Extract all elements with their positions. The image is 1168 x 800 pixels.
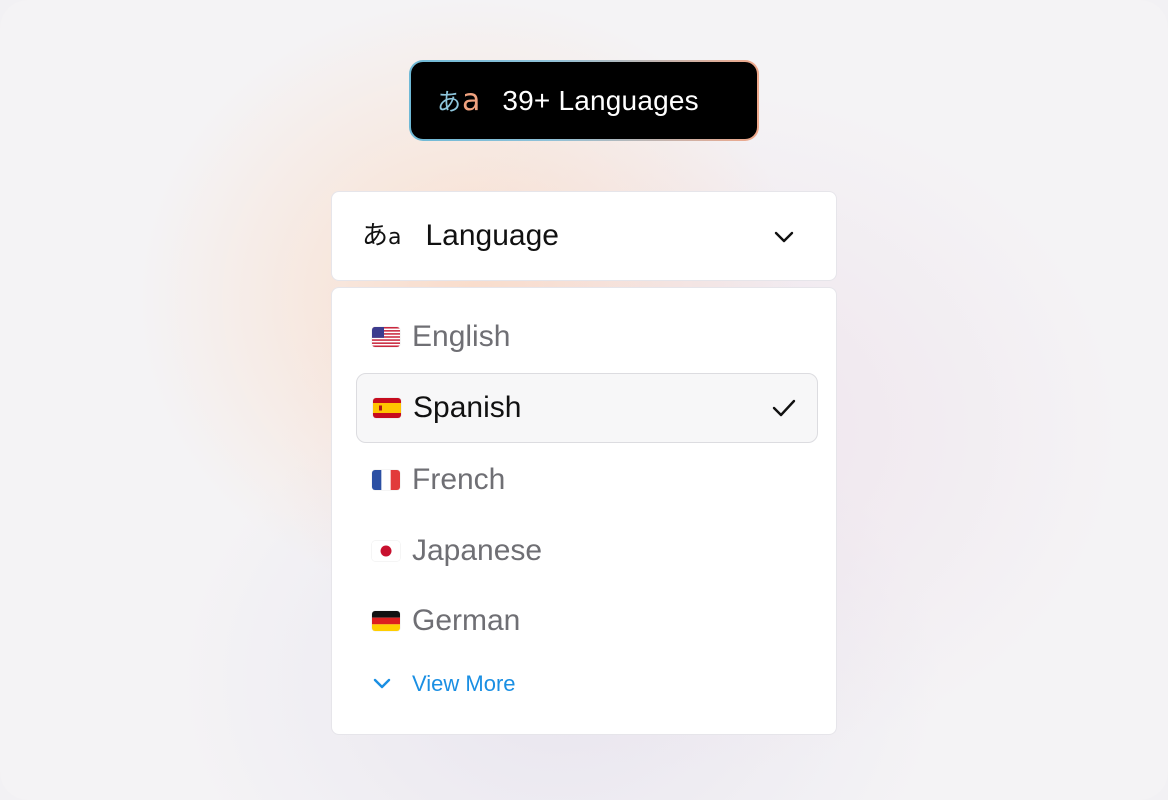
checkmark-icon xyxy=(772,399,796,417)
chevron-down-icon xyxy=(373,678,391,689)
languages-badge-inner: あa 39+ Languages xyxy=(411,62,757,139)
japan-flag-icon xyxy=(372,541,400,561)
translate-icon-char-a: あ xyxy=(362,221,389,251)
language-translate-icon: あa xyxy=(437,82,481,118)
france-flag-icon xyxy=(372,470,400,490)
language-dropdown: English Spanish French Japanese German V… xyxy=(331,287,837,735)
view-more-link[interactable]: View More xyxy=(372,671,516,697)
translate-icon-char-b: a xyxy=(388,225,402,250)
languages-badge: あa 39+ Languages xyxy=(409,60,759,141)
us-flag-icon xyxy=(372,327,400,347)
language-option-japanese[interactable]: Japanese xyxy=(356,516,818,586)
language-select-label: Language xyxy=(425,219,559,252)
translate-icon-char-b: a xyxy=(462,82,481,118)
background-canvas: あa 39+ Languages あa Language English Spa… xyxy=(0,0,1168,800)
view-more-label: View More xyxy=(412,671,516,696)
language-option-german[interactable]: German xyxy=(356,586,818,656)
language-option-label: Spanish xyxy=(413,391,522,424)
translate-icon-char-a: あ xyxy=(437,87,461,116)
language-option-spanish[interactable]: Spanish xyxy=(356,373,818,443)
language-option-label: German xyxy=(412,604,521,637)
language-option-label: French xyxy=(412,463,506,496)
language-select[interactable]: あa Language xyxy=(331,191,837,281)
germany-flag-icon xyxy=(372,611,400,631)
language-translate-icon: あa xyxy=(362,223,402,249)
languages-badge-text: 39+ Languages xyxy=(502,84,699,116)
language-option-french[interactable]: French xyxy=(356,445,818,515)
chevron-down-icon[interactable] xyxy=(772,225,796,249)
language-option-english[interactable]: English xyxy=(356,302,818,372)
language-option-label: English xyxy=(412,320,511,353)
spain-flag-icon xyxy=(373,398,401,418)
language-option-label: Japanese xyxy=(412,534,543,567)
